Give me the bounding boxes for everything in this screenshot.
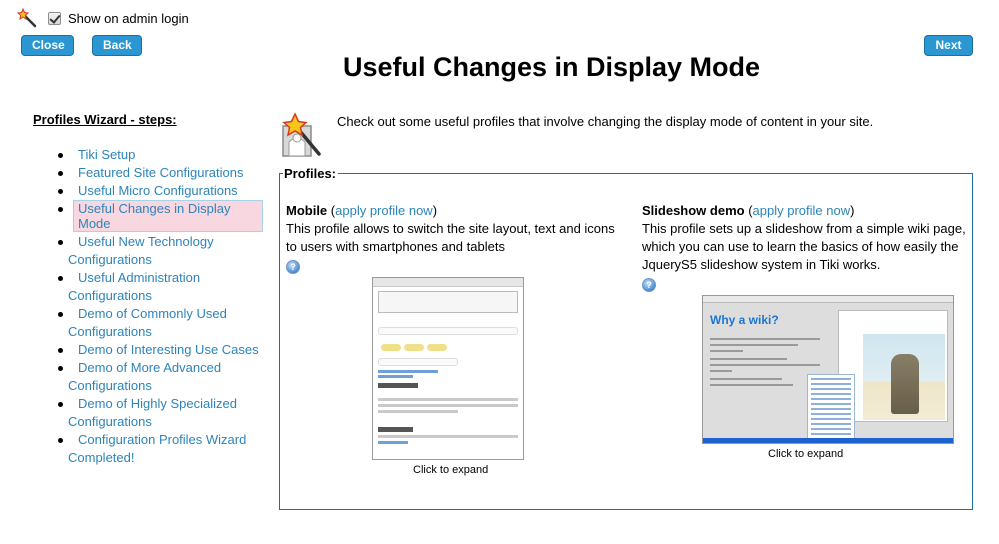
- profile-mobile: Mobile (apply profile now) This profile …: [286, 203, 615, 274]
- wizard-step-link[interactable]: Demo of More Advanced: [73, 360, 221, 375]
- wizard-step-link[interactable]: Configuration Profiles Wizard: [73, 432, 246, 447]
- wizard-step: Useful New Technology Configurations: [58, 233, 263, 269]
- wizard-step-link-continued[interactable]: Configurations: [68, 413, 263, 431]
- wizard-step: Useful Micro Configurations: [58, 182, 263, 200]
- wizard-step-link[interactable]: Useful Administration: [73, 270, 200, 285]
- profile-slideshow: Slideshow demo (apply profile now) This …: [642, 202, 972, 293]
- help-icon[interactable]: ?: [642, 278, 656, 292]
- thumbnail-title: Why a wiki?: [710, 313, 779, 327]
- wizard-steps-sidebar: Profiles Wizard - steps: Tiki Setup Featu…: [33, 112, 263, 467]
- wizard-step: Useful Changes in Display Mode: [58, 200, 263, 233]
- slideshow-profile-thumbnail[interactable]: Why a wiki?: [702, 295, 954, 444]
- wizard-step-link[interactable]: Featured Site Configurations: [73, 165, 243, 180]
- wizard-step: Demo of Commonly Used Configurations: [58, 305, 263, 341]
- mobile-profile-thumbnail[interactable]: [372, 277, 524, 460]
- wizard-step-link-continued[interactable]: Configurations: [68, 377, 263, 395]
- wizard-step: Demo of More Advanced Configurations: [58, 359, 263, 395]
- profile-name: Slideshow demo: [642, 203, 745, 218]
- show-on-admin-login-label: Show on admin login: [68, 11, 189, 26]
- page-title: Useful Changes in Display Mode: [342, 52, 761, 82]
- wizard-step-link[interactable]: Demo of Commonly Used: [73, 306, 227, 321]
- show-on-admin-login[interactable]: Show on admin login: [48, 11, 189, 26]
- profile-description: This profile allows to switch the site l…: [286, 221, 615, 254]
- profile-description: This profile sets up a slideshow from a …: [642, 221, 966, 272]
- wizard-step: Featured Site Configurations: [58, 164, 263, 182]
- wizard-step: Useful Administration Configurations: [58, 269, 263, 305]
- steps-list: Tiki Setup Featured Site Configurations Us…: [33, 146, 263, 467]
- wizard-step-link-continued[interactable]: Completed!: [68, 449, 263, 467]
- wizard-step: Configuration Profiles Wizard Completed!: [58, 431, 263, 467]
- profile-name: Mobile: [286, 203, 328, 218]
- apply-profile-link[interactable]: apply profile now: [335, 203, 433, 218]
- wizard-step-link-continued[interactable]: Configurations: [68, 323, 263, 341]
- click-to-expand-slideshow[interactable]: Click to expand: [768, 448, 843, 460]
- show-on-admin-login-checkbox[interactable]: [48, 12, 61, 25]
- wizard-step-link-continued[interactable]: Configurations: [68, 287, 263, 305]
- wizard-step-link-continued[interactable]: Configurations: [68, 251, 263, 269]
- wizard-step-link[interactable]: Useful Changes in Display Mode: [73, 200, 263, 232]
- wizard-icon: [282, 112, 321, 157]
- magic-wand-icon: [17, 8, 37, 28]
- wizard-step-link[interactable]: Useful New Technology: [73, 234, 214, 249]
- click-to-expand-mobile[interactable]: Click to expand: [413, 464, 488, 476]
- sidebar-title: Profiles Wizard - steps:: [33, 112, 177, 127]
- wizard-step-link[interactable]: Demo of Highly Specialized: [73, 396, 237, 411]
- wizard-step: Demo of Highly Specialized Configurations: [58, 395, 263, 431]
- wizard-step-link[interactable]: Tiki Setup: [73, 147, 135, 162]
- wizard-step: Tiki Setup: [58, 146, 263, 164]
- help-icon[interactable]: ?: [286, 260, 300, 274]
- intro-text: Check out some useful profiles that invo…: [337, 114, 874, 129]
- apply-profile-link[interactable]: apply profile now: [753, 203, 851, 218]
- wizard-step: Demo of Interesting Use Cases: [58, 341, 263, 359]
- wizard-step-link[interactable]: Demo of Interesting Use Cases: [73, 342, 259, 357]
- wizard-step-link[interactable]: Useful Micro Configurations: [73, 183, 238, 198]
